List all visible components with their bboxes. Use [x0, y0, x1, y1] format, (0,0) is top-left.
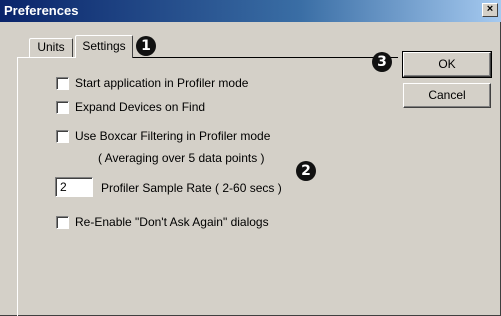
- callout-badge-2: 2: [296, 161, 316, 181]
- expand-devices-checkbox[interactable]: [56, 100, 69, 114]
- option-expand-devices[interactable]: Expand Devices on Find: [56, 99, 205, 115]
- option-reenable-dialogs[interactable]: Re-Enable "Don't Ask Again" dialogs: [56, 214, 269, 230]
- option-start-profiler[interactable]: Start application in Profiler mode: [56, 75, 248, 91]
- tab-panel-border-left: [17, 57, 75, 58]
- boxcar-filtering-checkbox[interactable]: [56, 129, 69, 143]
- title-bar: Preferences ×: [0, 0, 501, 22]
- callout-badge-1: 1: [136, 36, 156, 56]
- callout-badge-3: 3: [372, 52, 392, 72]
- boxcar-note: ( Averaging over 5 data points ): [98, 151, 265, 165]
- boxcar-filtering-label: Use Boxcar Filtering in Profiler mode: [75, 129, 271, 143]
- reenable-dialogs-label: Re-Enable "Don't Ask Again" dialogs: [75, 215, 269, 229]
- option-boxcar-filtering[interactable]: Use Boxcar Filtering in Profiler mode: [56, 128, 270, 144]
- sample-rate-label: Profiler Sample Rate ( 2-60 secs ): [101, 181, 282, 195]
- close-button[interactable]: ×: [482, 3, 498, 17]
- window-title: Preferences: [4, 3, 79, 18]
- start-profiler-checkbox[interactable]: [56, 76, 69, 90]
- reenable-dialogs-checkbox[interactable]: [56, 215, 69, 229]
- expand-devices-label: Expand Devices on Find: [75, 100, 206, 114]
- cancel-button[interactable]: Cancel: [403, 83, 491, 108]
- start-profiler-label: Start application in Profiler mode: [75, 76, 249, 90]
- tab-units[interactable]: Units: [29, 38, 73, 57]
- ok-button[interactable]: OK: [402, 51, 492, 78]
- tab-panel-border-vertical: [17, 57, 18, 316]
- sample-rate-input[interactable]: [55, 177, 93, 197]
- preferences-dialog: Preferences × Units Settings Start appli…: [0, 0, 501, 316]
- callout-leader-line: [133, 57, 398, 58]
- tab-settings[interactable]: Settings: [75, 35, 133, 58]
